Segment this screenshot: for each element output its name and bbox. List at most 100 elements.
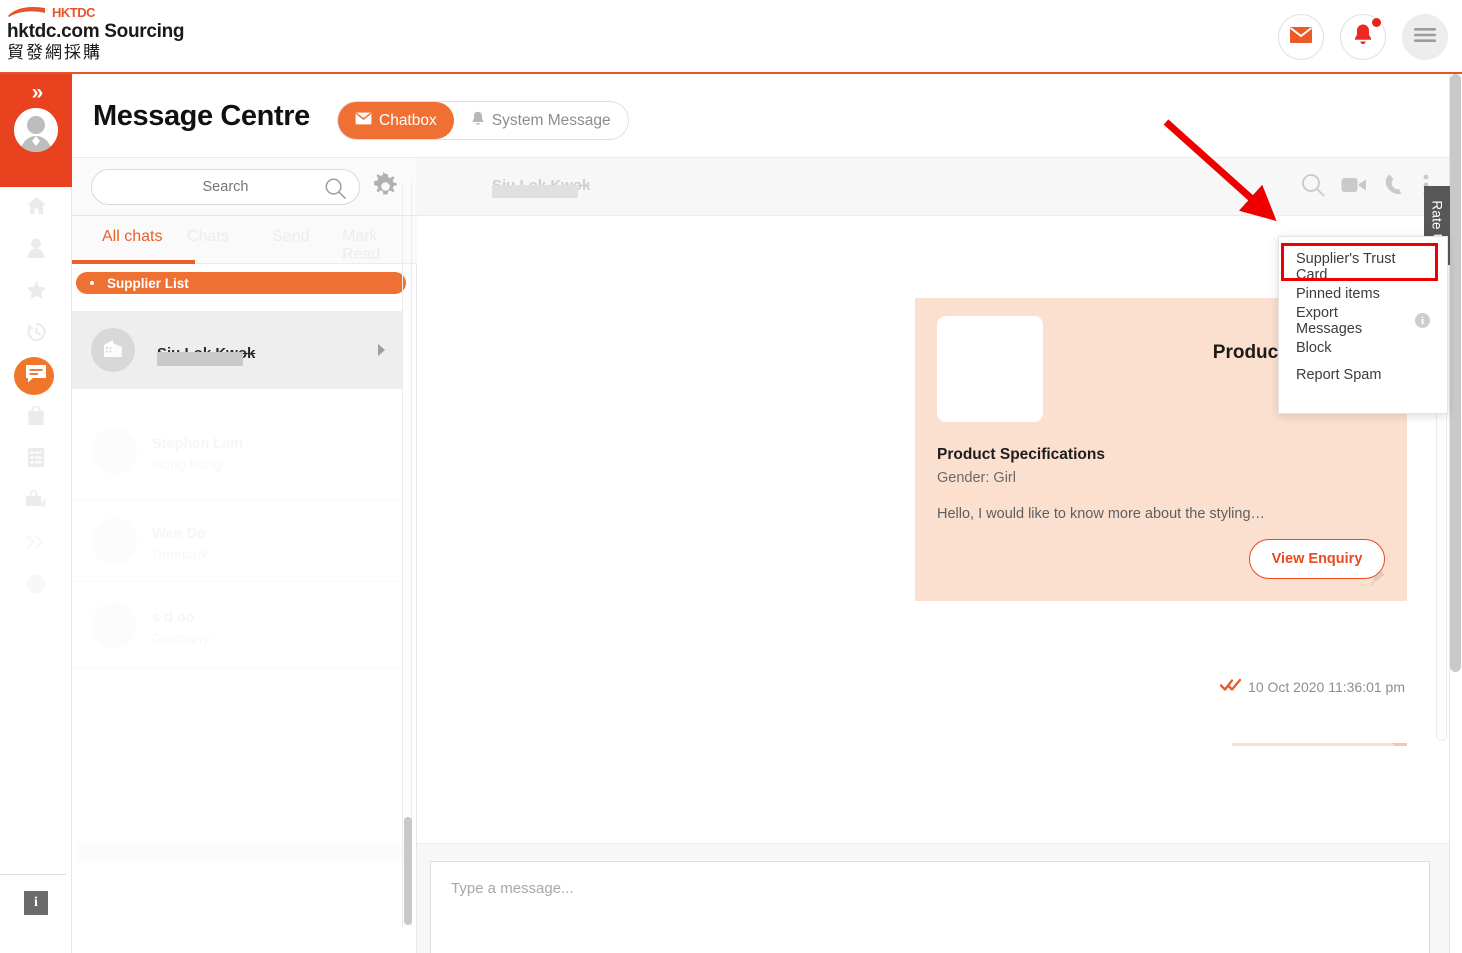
list-icon: [26, 447, 46, 473]
user-avatar-icon: [14, 108, 58, 152]
chat-list-scroll-thumb[interactable]: [404, 817, 412, 925]
bag-icon: [27, 404, 45, 431]
product-image-placeholder: [937, 316, 1043, 422]
page-title: Message Centre: [93, 100, 310, 132]
list-item-ghost[interactable]: s d oo Germany: [72, 582, 402, 668]
menu-item-export-messages[interactable]: Export Messages i: [1279, 305, 1447, 337]
chat-name-redaction-bar: [492, 185, 578, 198]
list-item-location: Denmark: [152, 546, 209, 562]
page-scrollbar[interactable]: [1450, 74, 1462, 953]
list-item-name: Wen Do: [152, 526, 206, 542]
tab-system-message[interactable]: System Message: [454, 102, 628, 139]
card-spec-heading: Product Specifications: [937, 446, 1105, 463]
sidebar-item-favorites[interactable]: [0, 271, 72, 313]
menu-item-suppliers-trust-card[interactable]: Supplier's Trust Card: [1279, 250, 1447, 283]
hamburger-menu-icon: [1414, 27, 1436, 48]
site-title: hktdc.com Sourcing: [7, 21, 185, 42]
read-receipt-icon: [1219, 678, 1242, 696]
search-field-wrap[interactable]: [91, 169, 360, 205]
circle-icon: [26, 574, 46, 599]
header-notifications-button[interactable]: [1340, 14, 1386, 60]
group-header-label: Supplier List: [107, 275, 189, 291]
company-building-icon: [101, 336, 125, 365]
sidebar-item-rfq[interactable]: [0, 439, 72, 481]
site-logo[interactable]: HKTDC hktdc.com Sourcing 貿發網採購: [7, 4, 185, 64]
hktdc-logo-swoosh-icon: [7, 5, 47, 19]
chevron-icon: [26, 535, 46, 554]
avatar: [91, 518, 137, 564]
menu-item-block[interactable]: Block: [1279, 334, 1447, 361]
avatar: [91, 428, 137, 474]
menu-item-pinned-items[interactable]: Pinned items: [1279, 280, 1447, 307]
sidebar-item-home[interactable]: [0, 187, 72, 229]
active-tab-underline: [72, 260, 195, 264]
message-composer: [417, 843, 1450, 953]
list-item-ghost[interactable]: Stephen Lam Hong Kong: [72, 404, 402, 500]
list-item-ghost[interactable]: Wen Do Denmark: [72, 500, 402, 582]
search-icon[interactable]: [1301, 173, 1325, 197]
header-menu-button[interactable]: [1402, 14, 1448, 60]
group-bullet-icon: [90, 281, 94, 285]
home-icon: [26, 196, 47, 220]
main-content: Message Centre Chatbox System Message Se…: [72, 74, 1450, 953]
person-icon: [27, 238, 45, 263]
message-text-bubble: Siu Lok Kwok Hello: [1232, 743, 1407, 746]
list-item-location: Germany: [152, 630, 210, 646]
list-item-name: s d oo: [152, 610, 195, 626]
chevron-right-icon[interactable]: [375, 342, 388, 363]
tab-chats-ghost[interactable]: Chats: [187, 228, 229, 246]
sidebar-item-account[interactable]: [0, 565, 72, 607]
left-nav-rail: » i: [0, 74, 72, 953]
tab-send-ghost[interactable]: Send: [272, 228, 309, 246]
rail-divider: [0, 874, 66, 875]
chat-filter-tabs: All chats Chats Send Mark Read: [72, 216, 417, 264]
sidebar-item-business[interactable]: [0, 481, 72, 523]
message-input[interactable]: [431, 862, 1429, 953]
search-input[interactable]: [118, 179, 333, 195]
double-chevron-right-icon[interactable]: »: [0, 82, 72, 103]
envelope-icon: [355, 112, 372, 130]
tab-all-chats[interactable]: All chats: [102, 228, 162, 246]
rail-header: »: [0, 74, 72, 187]
phone-call-icon[interactable]: [1383, 173, 1407, 197]
view-toggle-group: Chatbox System Message: [337, 101, 629, 140]
menu-item-report-spam[interactable]: Report Spam: [1279, 361, 1447, 388]
chat-header: Siu Lok Kwok: [417, 158, 1450, 216]
hktdc-wordmark: HKTDC: [52, 4, 96, 20]
sidebar-item-history[interactable]: [0, 313, 72, 355]
menu-item-label: Supplier's Trust Card: [1296, 250, 1396, 283]
gear-icon[interactable]: [371, 171, 400, 206]
briefcase-icon: [25, 490, 47, 514]
video-call-icon[interactable]: [1341, 176, 1367, 194]
header-mail-button[interactable]: [1278, 14, 1324, 60]
envelope-icon: [1289, 26, 1313, 49]
composer-input-wrap[interactable]: [430, 861, 1430, 953]
menu-item-label: Block: [1296, 339, 1332, 356]
view-enquiry-button[interactable]: View Enquiry: [1249, 539, 1385, 579]
chat-list-panel: All chats Chats Send Mark Read Supplier …: [72, 158, 417, 953]
chat-list-scrollbar[interactable]: [402, 182, 412, 927]
sidebar-item-orders[interactable]: [0, 397, 72, 439]
info-icon[interactable]: i: [1415, 313, 1430, 328]
message-timestamp-row: 10 Oct 2020 11:36:01 pm: [1219, 678, 1405, 696]
search-icon[interactable]: [325, 178, 346, 204]
group-header-ghost[interactable]: [76, 841, 406, 863]
rail-user-avatar[interactable]: [14, 108, 58, 152]
chat-options-dropdown: Supplier's Trust Card Pinned items Expor…: [1278, 236, 1448, 414]
sidebar-item-messages[interactable]: [0, 355, 72, 397]
page-scroll-thumb[interactable]: [1450, 74, 1461, 672]
pin-icon[interactable]: [1370, 570, 1386, 591]
group-header-supplier-list[interactable]: Supplier List: [76, 272, 406, 294]
list-item[interactable]: Siu Lok Kwok: [72, 311, 402, 389]
message-centre-page: HKTDC hktdc.com Sourcing 貿發網採購 » i Messa…: [0, 0, 1462, 953]
card-body-text: Hello, I would like to know more about t…: [937, 506, 1266, 522]
avatar: [91, 328, 135, 372]
list-item-name: Stephen Lam: [152, 436, 244, 452]
tab-chatbox[interactable]: Chatbox: [338, 102, 454, 139]
timestamp: 10 Oct 2020 11:36:01 pm: [1248, 679, 1405, 695]
star-icon: [26, 280, 47, 305]
chat-header-actions: [1301, 173, 1429, 197]
sidebar-item-profile[interactable]: [0, 229, 72, 271]
info-button[interactable]: i: [24, 891, 48, 915]
sidebar-item-more[interactable]: [0, 523, 72, 565]
